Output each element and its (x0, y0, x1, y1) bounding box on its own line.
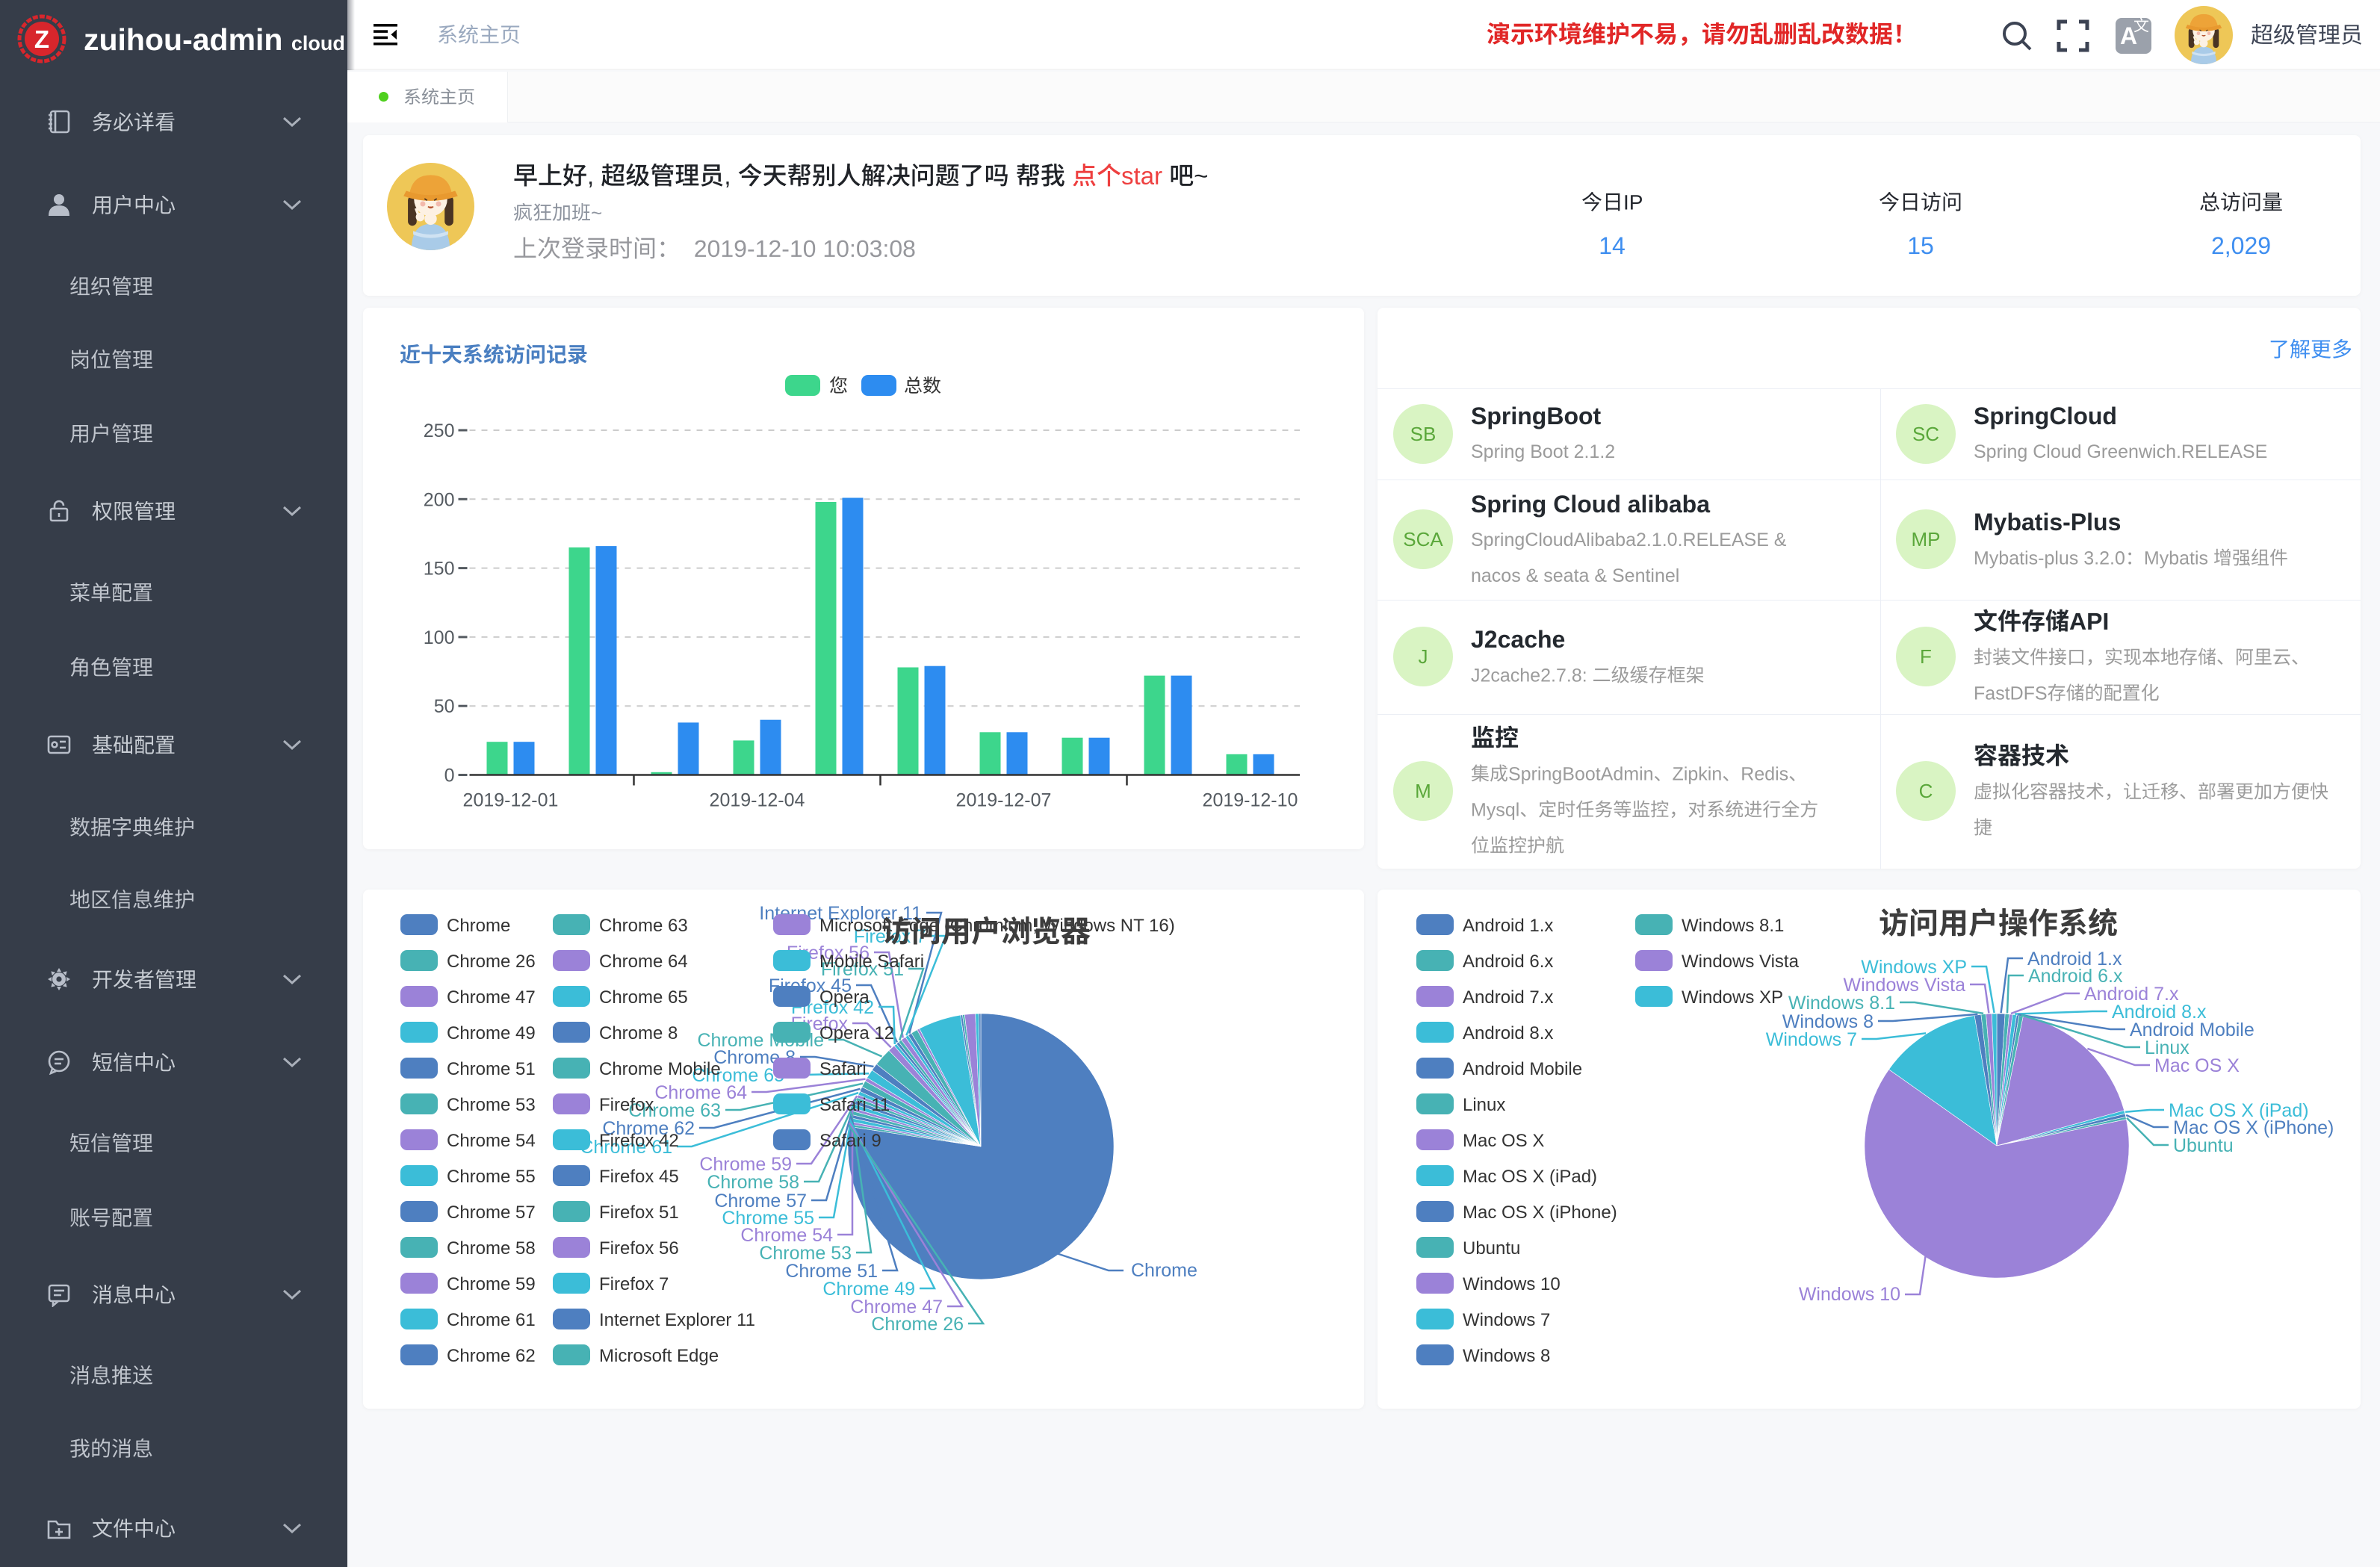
svg-text:Safari 11: Safari 11 (819, 1095, 890, 1115)
svg-text:0: 0 (444, 766, 455, 786)
svg-text:Opera: Opera (819, 987, 870, 1008)
svg-text:Windows 10: Windows 10 (1463, 1274, 1561, 1294)
svg-text:Chrome 63: Chrome 63 (599, 916, 688, 936)
svg-text:Android 7.x: Android 7.x (1463, 987, 1553, 1008)
svg-text:2019-12-10: 2019-12-10 (1203, 790, 1298, 811)
svg-text:Firefox 45: Firefox 45 (599, 1167, 679, 1187)
svg-text:Windows XP: Windows XP (1682, 987, 1783, 1008)
svg-text:100: 100 (424, 627, 455, 648)
svg-text:Ubuntu: Ubuntu (1463, 1238, 1520, 1259)
svg-text:Mac OS X (iPhone): Mac OS X (iPhone) (1463, 1203, 1617, 1223)
svg-text:Chrome 49: Chrome 49 (447, 1023, 536, 1043)
svg-text:Chrome 47: Chrome 47 (447, 987, 536, 1008)
svg-text:Chrome 62: Chrome 62 (447, 1346, 536, 1366)
svg-text:Chrome 8: Chrome 8 (599, 1023, 678, 1043)
svg-text:Chrome: Chrome (447, 916, 510, 936)
svg-text:Chrome 54: Chrome 54 (447, 1131, 536, 1151)
svg-text:200: 200 (424, 489, 455, 510)
svg-text:Firefox 51: Firefox 51 (599, 1203, 679, 1223)
svg-text:2019-12-04: 2019-12-04 (710, 790, 805, 811)
svg-text:Chrome 57: Chrome 57 (447, 1203, 536, 1223)
svg-text:2019-12-07: 2019-12-07 (956, 790, 1052, 811)
svg-text:Chrome 58: Chrome 58 (447, 1238, 536, 1259)
svg-text:Chrome 51: Chrome 51 (447, 1059, 536, 1079)
svg-text:Chrome: Chrome (1131, 1260, 1197, 1281)
svg-text:Firefox 42: Firefox 42 (599, 1131, 679, 1151)
svg-text:Mac OS X: Mac OS X (1463, 1131, 1544, 1151)
svg-text:Chrome 58: Chrome 58 (707, 1172, 799, 1193)
svg-text:Chrome 64: Chrome 64 (599, 952, 688, 972)
svg-text:Firefox 56: Firefox 56 (599, 1238, 679, 1259)
svg-text:Windows 7: Windows 7 (1463, 1310, 1550, 1330)
svg-text:Chrome Mobile: Chrome Mobile (599, 1059, 721, 1079)
svg-text:Chrome 65: Chrome 65 (599, 987, 688, 1008)
svg-text:250: 250 (424, 421, 455, 441)
svg-text:Android 1.x: Android 1.x (1463, 916, 1553, 936)
svg-text:Microsoft Edge: Microsoft Edge (599, 1346, 719, 1366)
svg-text:Windows 10: Windows 10 (1799, 1284, 1900, 1305)
svg-text:2019-12-01: 2019-12-01 (463, 790, 559, 811)
svg-text:Windows Vista: Windows Vista (1682, 952, 1800, 972)
svg-text:Windows 8.1: Windows 8.1 (1682, 916, 1784, 936)
svg-text:Linux: Linux (1463, 1095, 1505, 1115)
svg-text:Firefox 7: Firefox 7 (599, 1274, 669, 1294)
svg-text:Ubuntu: Ubuntu (2173, 1135, 2234, 1156)
svg-text:Mac OS X: Mac OS X (2154, 1055, 2240, 1076)
svg-text:50: 50 (434, 696, 455, 717)
svg-text:Chrome 26: Chrome 26 (447, 952, 536, 972)
svg-text:Windows 8: Windows 8 (1463, 1346, 1550, 1366)
svg-text:Z: Z (34, 25, 49, 53)
svg-text:Android 8.x: Android 8.x (1463, 1023, 1553, 1043)
svg-text:Firefox: Firefox (599, 1095, 654, 1115)
svg-text:Chrome 26: Chrome 26 (871, 1314, 964, 1335)
svg-text:Microsoft Edge (Chromium; Wind: Microsoft Edge (Chromium; Windows NT 16) (819, 916, 1175, 936)
svg-text:Mobile Safari: Mobile Safari (819, 952, 924, 972)
svg-text:Chrome 53: Chrome 53 (447, 1095, 536, 1115)
svg-text:Internet Explorer 11: Internet Explorer 11 (599, 1310, 755, 1330)
svg-text:150: 150 (424, 559, 455, 580)
svg-text:Windows 8.1: Windows 8.1 (1788, 993, 1895, 1014)
svg-text:Safari: Safari (819, 1059, 867, 1079)
svg-text:Chrome 61: Chrome 61 (447, 1310, 536, 1330)
svg-text:Safari 9: Safari 9 (819, 1131, 881, 1151)
svg-text:Windows 7: Windows 7 (1766, 1029, 1857, 1050)
svg-text:Android 6.x: Android 6.x (1463, 952, 1553, 972)
svg-text:Android Mobile: Android Mobile (1463, 1059, 1582, 1079)
svg-text:Mac OS X (iPad): Mac OS X (iPad) (1463, 1167, 1597, 1187)
svg-text:Opera 12: Opera 12 (819, 1023, 894, 1043)
svg-text:Chrome 59: Chrome 59 (447, 1274, 536, 1294)
svg-text:Chrome 55: Chrome 55 (447, 1167, 536, 1187)
